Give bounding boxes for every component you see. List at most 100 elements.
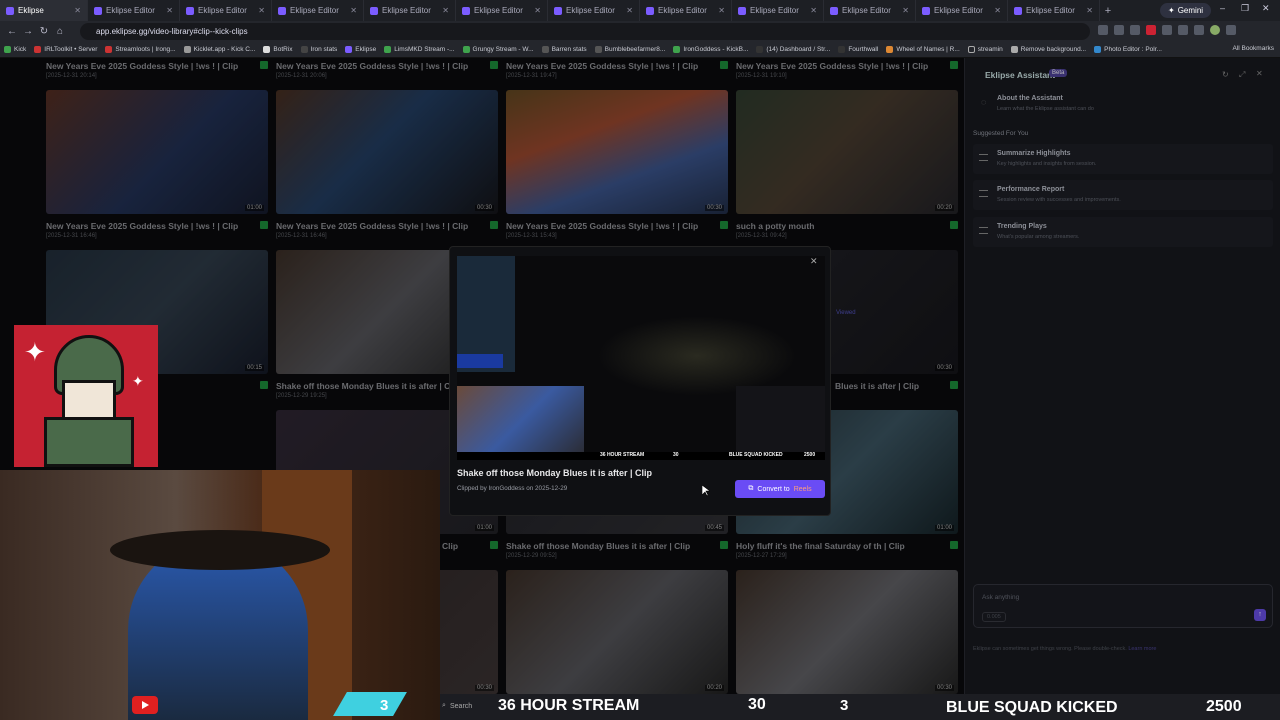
soldier-face [62,380,116,420]
extension-icon[interactable] [1194,25,1204,35]
bookmark-item[interactable]: (14) Dashboard / Str... [756,46,830,53]
window-close-icon[interactable]: ✕ [1262,3,1270,14]
minimize-icon[interactable]: – [1220,3,1225,13]
bookmark-item[interactable]: Bumblebeefarmer8... [594,46,665,53]
tab-eklipse-editor[interactable]: Eklipse Editor ✕ [88,0,180,21]
tab-eklipse[interactable]: Eklipse ✕ [0,0,88,21]
extensions [1098,25,1236,35]
all-bookmarks[interactable]: All Bookmarks [1232,45,1274,52]
close-icon[interactable]: ✕ [258,6,265,15]
close-icon[interactable]: ✕ [350,6,357,15]
close-icon[interactable]: ✕ [902,6,909,15]
url-input[interactable]: app.eklipse.gg/video-library#clip--kick-… [80,23,1090,40]
bookmark-star-icon[interactable] [1098,25,1108,35]
profile-avatar[interactable] [1210,25,1220,35]
convert-label: Convert to [757,485,790,493]
extension-icon[interactable] [1130,25,1140,35]
extension-icon[interactable] [1178,25,1188,35]
bookmark-favicon-icon [594,46,602,53]
bookmark-item[interactable]: IronGoddess - KickB... [673,46,748,53]
new-tab-button[interactable]: + [1100,5,1116,17]
convert-to-reels-button[interactable]: ⧉ Convert to Reels [735,480,825,498]
close-icon[interactable]: ✕ [810,6,817,15]
close-icon[interactable]: ✕ [718,6,725,15]
bookmark-item[interactable]: Remove background... [1010,46,1086,53]
beta-badge: Beta [1049,69,1068,77]
tab-eklipse-editor[interactable]: Eklipse Editor ✕ [640,0,732,21]
bookmark-label: Grungy Stream - W... [472,46,534,53]
bookmark-favicon-icon [673,46,681,53]
bookmark-folder[interactable]: streamin [967,46,1003,53]
tab-eklipse-editor[interactable]: Eklipse Editor ✕ [916,0,1008,21]
tab-eklipse-editor[interactable]: Eklipse Editor ✕ [456,0,548,21]
suggestion-performance[interactable]: Performance Report Session review with s… [973,180,1273,210]
send-icon[interactable]: ↑ [1254,609,1266,621]
suggestion-summarize[interactable]: Summarize Highlights Key highlights and … [973,144,1273,174]
suggestion-subtitle: Session review with successes and improv… [997,197,1121,203]
video-player[interactable]: 36 HOUR STREAM 30 BLUE SQUAD KICKED 2500 [457,256,825,460]
bookmark-label: IRLToolkit • Server [44,46,98,53]
menu-icon[interactable] [1226,25,1236,35]
suggestion-subtitle: What's popular among streamers. [997,234,1080,240]
bookmark-item[interactable]: LimsMKD Stream -... [384,46,455,53]
refresh-icon[interactable]: ↻ [1222,70,1229,79]
overlay-hour-stream: 36 HOUR STREAM [498,697,640,714]
close-icon[interactable]: ✕ [74,6,81,15]
overlay-counter: 3 [380,697,389,714]
reload-icon[interactable]: ↻ [36,26,52,37]
tab-eklipse-editor[interactable]: Eklipse Editor ✕ [824,0,916,21]
suggestion-subtitle: Key highlights and insights from session… [997,161,1097,167]
bookmark-item[interactable]: Barren stats [541,46,587,53]
bookmark-label: Streamloots | Irong... [115,46,176,53]
close-icon[interactable]: ✕ [442,6,449,15]
bookmark-item[interactable]: Kicklet.app - Kick C... [183,46,255,53]
tab-eklipse-editor[interactable]: Eklipse Editor ✕ [180,0,272,21]
close-icon[interactable]: ✕ [1086,6,1093,15]
close-icon[interactable]: ✕ [626,6,633,15]
bookmark-item[interactable]: Photo Editor : Polr... [1094,46,1162,53]
about-title: About the Assistant [997,95,1063,102]
tab-eklipse-editor[interactable]: Eklipse Editor ✕ [548,0,640,21]
tab-label: Eklipse Editor [658,6,707,15]
forward-icon[interactable]: → [20,26,36,37]
bookmark-item[interactable]: Kick [4,46,26,53]
bookmark-item[interactable]: Iron stats [300,46,337,53]
close-icon[interactable]: ✕ [994,6,1001,15]
gemini-button[interactable]: ✦ Gemini [1160,3,1212,18]
bookmark-item[interactable]: Eklipse [345,46,376,53]
close-icon[interactable]: ✕ [166,6,173,15]
tab-eklipse-editor[interactable]: Eklipse Editor ✕ [1008,0,1100,21]
bookmark-item[interactable]: IRLToolkit • Server [34,46,97,53]
suggestion-title: Summarize Highlights [997,150,1071,157]
close-icon[interactable]: ✕ [534,6,541,15]
tab-label: Eklipse [18,6,44,15]
assistant-input[interactable]: Ask anything 0.005 ↑ [973,584,1273,628]
close-icon[interactable]: ✕ [1256,69,1263,78]
bookmark-favicon-icon [1094,46,1102,53]
about-assistant[interactable]: ◌ About the Assistant Learn what the Ekl… [973,89,1273,119]
tab-eklipse-editor[interactable]: Eklipse Editor ✕ [272,0,364,21]
bookmark-favicon-icon [34,46,42,53]
home-icon[interactable]: ⌂ [52,26,68,37]
back-icon[interactable]: ← [4,26,20,37]
taskbar-overlay: 3 ⌕ Search 36 HOUR STREAM 30 3 BLUE SQUA… [333,692,1280,720]
bookmark-item[interactable]: Streamloots | Irong... [105,46,176,53]
extension-icon[interactable] [1162,25,1172,35]
bookmark-item[interactable]: Grungy Stream - W... [462,46,534,53]
close-icon[interactable]: ✕ [810,256,818,267]
maximize-icon[interactable]: ❐ [1241,3,1249,14]
extension-icon[interactable] [1146,25,1156,35]
learn-more-link[interactable]: Learn more [1128,646,1156,652]
extension-icon[interactable] [1114,25,1124,35]
expand-icon[interactable]: ⤢ [1239,70,1245,80]
bookmark-item[interactable]: Wheel of Names | R... [886,46,960,53]
bookmark-item[interactable]: BotRix [263,46,293,53]
suggestion-trending[interactable]: Trending Plays What's popular among stre… [973,217,1273,247]
taskbar-search[interactable]: Search [450,703,472,710]
tab-eklipse-editor[interactable]: Eklipse Editor ✕ [364,0,456,21]
bookmark-item[interactable]: Fourthwall [838,46,878,53]
eklipse-tab-icon [554,6,562,15]
tab-eklipse-editor[interactable]: Eklipse Editor ✕ [732,0,824,21]
bookmark-favicon-icon [1010,46,1018,53]
eklipse-tab-icon [830,6,838,15]
